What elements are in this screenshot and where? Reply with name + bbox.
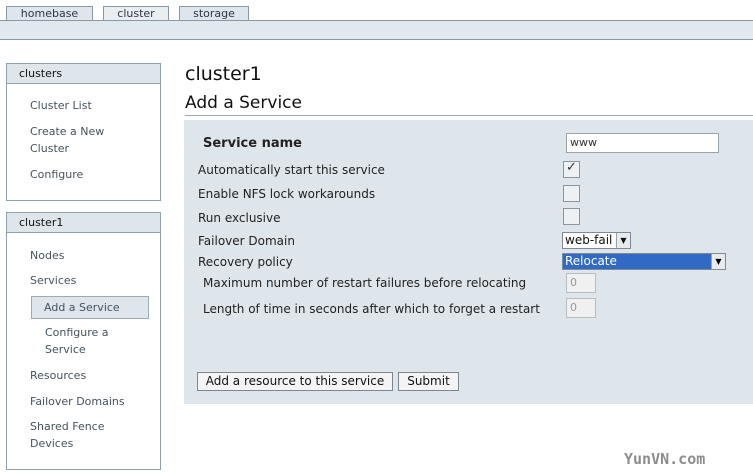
recovery-policy-value: Relocate xyxy=(565,254,617,268)
service-name-input[interactable]: www xyxy=(566,133,719,153)
sidebar-item-nodes[interactable]: Nodes xyxy=(30,247,148,264)
sidebar-item-cluster-list[interactable]: Cluster List xyxy=(30,97,148,114)
max-restart-label: Maximum number of restart failures befor… xyxy=(203,276,527,290)
sidebar-item-create-cluster[interactable]: Create a New Cluster xyxy=(30,123,120,157)
clusters-nav-title: clusters xyxy=(7,64,160,84)
tab-storage[interactable]: storage xyxy=(179,6,249,21)
run-exclusive-label: Run exclusive xyxy=(198,211,281,225)
add-resource-button[interactable]: Add a resource to this service xyxy=(197,372,393,391)
recovery-policy-select[interactable]: Relocate ▼ xyxy=(562,253,726,270)
cluster1-nav-title: cluster1 xyxy=(7,213,160,233)
nfs-lock-checkbox[interactable] xyxy=(563,185,580,202)
chevron-down-icon: ▼ xyxy=(711,254,725,269)
nfs-lock-label: Enable NFS lock workarounds xyxy=(198,187,376,201)
forget-restart-input[interactable]: 0 xyxy=(566,298,596,318)
sidebar-item-shared-fence-devices[interactable]: Shared Fence Devices xyxy=(30,418,120,452)
run-exclusive-checkbox[interactable] xyxy=(563,208,580,225)
tab-homebase[interactable]: homebase xyxy=(6,6,93,21)
sidebar-item-services[interactable]: Services xyxy=(30,272,148,289)
cluster-title: cluster1 xyxy=(185,63,262,85)
autostart-checkbox[interactable] xyxy=(563,160,580,178)
sidebar-item-resources[interactable]: Resources xyxy=(30,367,148,384)
top-tab-bar: homebase cluster storage xyxy=(0,0,753,21)
page-title: Add a Service xyxy=(185,93,753,116)
tab-cluster[interactable]: cluster xyxy=(103,6,169,21)
failover-domain-select[interactable]: web-fail ▼ xyxy=(562,232,631,249)
chevron-down-icon: ▼ xyxy=(616,233,630,248)
watermark-logo: YunVN.com xyxy=(624,450,706,468)
add-service-form: Service name www Automatically start thi… xyxy=(184,120,753,404)
sidebar-item-add-service[interactable]: Add a Service xyxy=(31,296,149,319)
sidebar-item-configure[interactable]: Configure xyxy=(30,166,148,183)
service-name-label: Service name xyxy=(203,136,302,151)
recovery-policy-label: Recovery policy xyxy=(198,255,293,269)
sidebar-item-failover-domains[interactable]: Failover Domains xyxy=(30,393,148,410)
sidebar-item-configure-service[interactable]: Configure a Service xyxy=(45,324,125,358)
max-restart-input[interactable]: 0 xyxy=(566,273,596,293)
header-band xyxy=(0,20,753,40)
forget-restart-label: Length of time in seconds after which to… xyxy=(203,302,540,316)
autostart-label: Automatically start this service xyxy=(198,163,385,177)
failover-domain-value: web-fail xyxy=(565,233,613,247)
submit-button[interactable]: Submit xyxy=(398,372,459,391)
failover-domain-label: Failover Domain xyxy=(198,234,295,248)
